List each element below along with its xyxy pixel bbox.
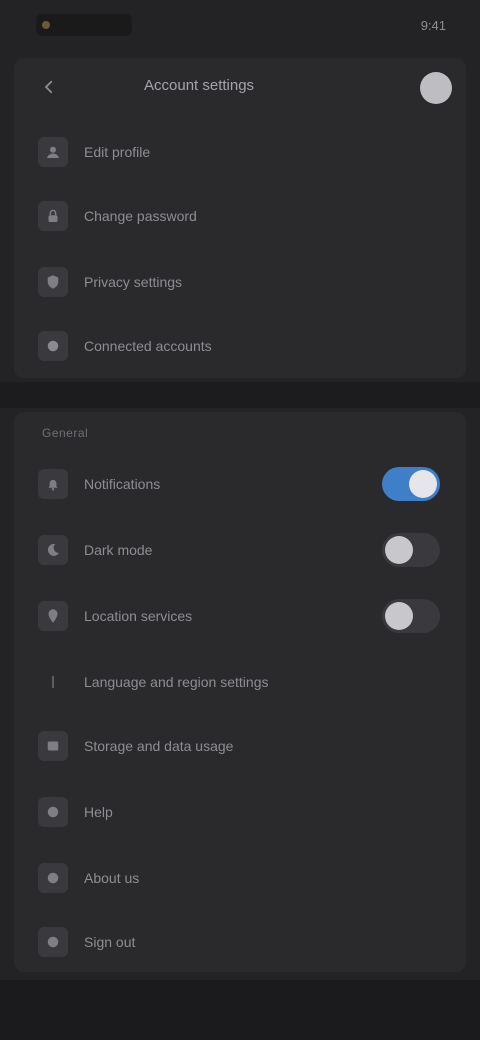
status-indicator [36,14,132,36]
panel-item-label: Edit profile [84,144,151,160]
lock-icon [38,201,68,231]
storage-icon [38,731,68,761]
dark-mode-toggle[interactable] [382,533,440,567]
link-icon [38,331,68,361]
setting-label: Dark mode [84,542,153,558]
setting-row-dark-mode[interactable]: Dark mode [14,522,466,578]
setting-label: Help [84,804,113,820]
setting-label: Location services [84,608,193,624]
setting-label: Sign out [84,934,136,950]
help-icon [38,797,68,827]
panel-header: Account settings [14,58,466,116]
setting-label: About us [84,870,140,886]
panel-item-label: Change password [84,208,197,224]
moon-icon [38,535,68,565]
setting-label: Storage and data usage [84,738,234,754]
panel-item-privacy[interactable]: Privacy settings [14,254,466,310]
info-icon [38,863,68,893]
panel-item-connected-accounts[interactable]: Connected accounts [14,318,466,374]
panel-item-label: Connected accounts [84,338,212,354]
notifications-toggle[interactable] [382,467,440,501]
location-icon [38,601,68,631]
toggle-knob [409,470,437,498]
person-icon [38,137,68,167]
profile-avatar-button[interactable] [420,72,452,104]
status-dot-icon [42,21,50,29]
account-panel: Account settings Edit profile Change pas… [14,58,466,378]
panel-item-edit-profile[interactable]: Edit profile [14,124,466,180]
general-section: General Notifications Dark mode Location… [14,412,466,972]
bell-icon [38,469,68,499]
back-button[interactable] [34,72,64,102]
toggle-knob [385,536,413,564]
setting-row-notifications[interactable]: Notifications [14,456,466,512]
chevron-left-icon [44,80,53,94]
panel-item-label: Privacy settings [84,274,183,290]
logout-icon [38,927,68,957]
location-toggle[interactable] [382,599,440,633]
status-time: 9:41 [420,18,446,33]
globe-icon [38,667,68,697]
panel-item-change-password[interactable]: Change password [14,188,466,244]
bottom-bar [0,980,480,1040]
setting-row-language[interactable]: Language and region settings [14,654,466,710]
status-bar: 9:41 [0,0,480,52]
setting-row-location[interactable]: Location services [14,588,466,644]
setting-row-help[interactable]: Help [14,784,466,840]
toggle-knob [385,602,413,630]
section-divider [0,382,480,408]
setting-label: Language and region settings [84,674,269,690]
setting-row-storage[interactable]: Storage and data usage [14,718,466,774]
page-title: Account settings [144,77,255,94]
setting-row-sign-out[interactable]: Sign out [14,914,466,970]
setting-row-about[interactable]: About us [14,850,466,906]
shield-icon [38,267,68,297]
section-title: General [42,426,89,440]
setting-label: Notifications [84,476,161,492]
